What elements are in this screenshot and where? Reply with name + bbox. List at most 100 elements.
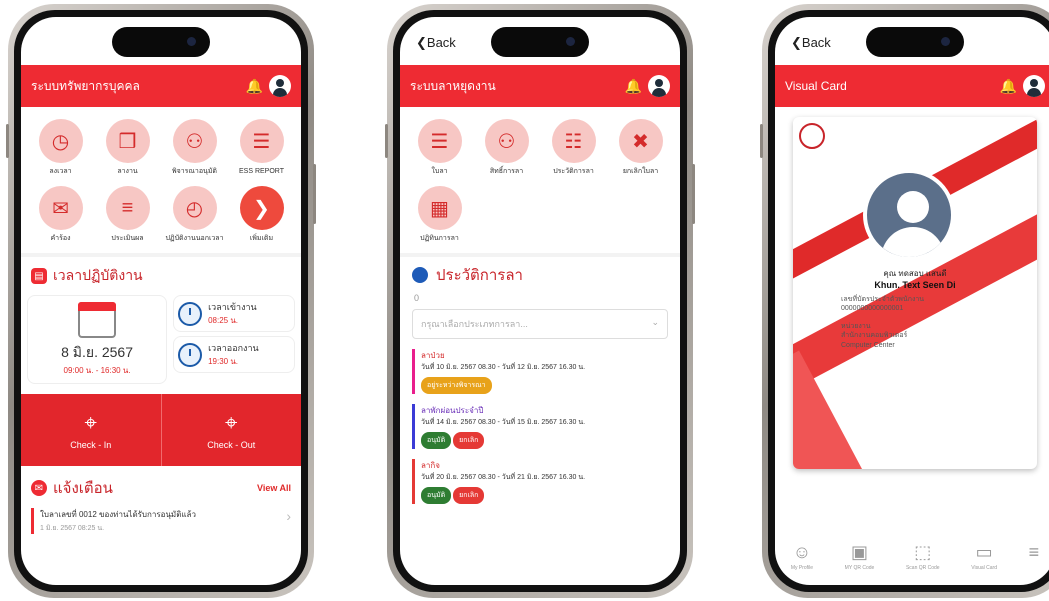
- tab-item[interactable]: ≡: [1029, 542, 1040, 571]
- side-button: [6, 124, 9, 158]
- notification-header: ✉ แจ้งเตือน View All: [21, 466, 301, 504]
- tab-item[interactable]: ▣ MY QR Code: [845, 542, 875, 571]
- chevron-right-icon: ›: [286, 508, 291, 525]
- menu-item[interactable]: ⚇ สิทธิ์การลา: [473, 119, 540, 176]
- menu-item[interactable]: ✉ คำร้อง: [27, 186, 94, 243]
- menu-item[interactable]: ▦ ปฏิทินการลา: [406, 186, 473, 243]
- avatar[interactable]: [648, 75, 670, 97]
- checkout-time-box: เวลาออกงาน 19:30 น.: [173, 336, 295, 374]
- menu-item-label: ใบลา: [431, 168, 448, 175]
- document-icon: [412, 267, 428, 284]
- camera-icon: [566, 37, 575, 46]
- check-bar: ⌖ Check - In ⌖ Check - Out: [21, 394, 302, 467]
- chevron-down-icon: ⌄: [651, 317, 659, 328]
- check-in-label: Check - In: [70, 440, 112, 451]
- dynamic-island: [112, 27, 210, 57]
- status-badge[interactable]: ยกเลิก: [453, 432, 485, 450]
- scan-icon: ⬚: [914, 542, 932, 562]
- menu-item[interactable]: ❒ ลางาน: [94, 119, 161, 176]
- dept-label: หน่วยงาน: [841, 322, 871, 330]
- status-badge[interactable]: อยู่ระหว่างพิจารณา: [421, 377, 492, 395]
- check-out-label: Check - Out: [207, 440, 256, 451]
- avatar[interactable]: [1023, 75, 1045, 97]
- checkout-label: เวลาออกงาน: [208, 343, 259, 354]
- time-column: เวลาเข้างาน 08:25 น. เวลาออกงาน 19:30 น.: [173, 295, 295, 384]
- menu-item-label: ประวัติการลา: [553, 168, 594, 175]
- leave-range: วันที่ 20 มิ.ย. 2567 08.30 - วันที่ 21 ม…: [421, 474, 586, 482]
- bell-icon[interactable]: 🔔: [246, 78, 263, 95]
- header-title: ระบบลาหยุดงาน: [410, 78, 496, 93]
- leave-type: ลากิจ: [421, 461, 440, 471]
- work-time-title: ▤ เวลาปฏิบัติงาน: [21, 257, 301, 295]
- screen: ระบบทรัพยากรบุคคล 🔔 ◷ ลงเวลา ❒ ลางาน ⚇ พิจารณ…: [21, 17, 301, 585]
- work-hours: 09:00 น. - 16:30 น.: [63, 366, 131, 376]
- dept-thai: สำนักงานคอมพิวเตอร์: [841, 332, 908, 340]
- leave-card[interactable]: ลาพักผ่อนประจำปีวันที่ 14 มิ.ย. 2567 08.…: [412, 404, 668, 450]
- dynamic-island: [866, 27, 964, 57]
- clock-icon: [178, 342, 203, 367]
- leave-range: วันที่ 14 มิ.ย. 2567 08.30 - วันที่ 15 ม…: [421, 419, 586, 427]
- notification-item[interactable]: ใบลาเลขที่ 0012 ของท่านได้รับการอนุมัติแ…: [31, 508, 291, 535]
- leave-card[interactable]: ลาป่วย วันที่ 10 มิ.ย. 2567 08.30 - วันที…: [412, 349, 668, 395]
- menu-item[interactable]: ☰ ESS REPORT: [228, 119, 295, 176]
- checkin-time-box: เวลาเข้างาน 08:25 น.: [173, 295, 295, 333]
- check-out-button[interactable]: ⌖ Check - Out: [160, 394, 302, 467]
- tab-label: MY QR Code: [844, 565, 875, 571]
- menu-item[interactable]: ☷ ประวัติการลา: [540, 119, 607, 176]
- history-label: ประวัติการลา: [436, 267, 523, 285]
- calendar-clock-icon: [78, 302, 117, 339]
- checkin-label: เวลาเข้างาน: [208, 302, 257, 313]
- calendar-icon: ▦: [417, 186, 462, 231]
- leave-card[interactable]: ลากิจวันที่ 20 มิ.ย. 2567 08.30 - วันที่…: [412, 459, 668, 505]
- bell-icon[interactable]: 🔔: [1000, 78, 1017, 95]
- work-date: 8 มิ.ย. 2567: [61, 344, 133, 361]
- back-button[interactable]: ❮Back: [416, 35, 456, 51]
- leave-type: ลาป่วย: [421, 351, 445, 361]
- camera-icon: [941, 37, 950, 46]
- visual-card: คุณ ทดสอบ แสนดี Khun. Text Seen Di เลขที…: [793, 117, 1037, 469]
- menu-item[interactable]: ◴ ปฏิบัติงานนอกเวลา: [161, 186, 228, 243]
- tab-item[interactable]: ☺ My Profile: [791, 542, 813, 571]
- menu-item[interactable]: ❯ เพิ่มเติม: [228, 186, 295, 243]
- status-badge[interactable]: อนุมัติ: [421, 487, 452, 505]
- screen: ❮Back Visual Card 🔔 คุณ ทดสอบ แสนดี Khun…: [775, 17, 1049, 585]
- menu-item[interactable]: ◷ ลงเวลา: [27, 119, 94, 176]
- status-badge[interactable]: ยกเลิก: [453, 487, 485, 505]
- select-placeholder: กรุณาเลือกประเภทการลา...: [421, 319, 528, 330]
- header-bar: Visual Card 🔔: [775, 65, 1049, 107]
- menu-item-label: ประเมินผล: [111, 235, 144, 243]
- menu-item-label: ลงเวลา: [49, 168, 72, 175]
- tab-item[interactable]: ⬚ Scan QR Code: [906, 542, 940, 571]
- notification-text: ใบลาเลขที่ 0012 ของท่านได้รับการอนุมัติแ…: [40, 510, 196, 520]
- menu-item[interactable]: ≡ ประเมินผล: [94, 186, 161, 243]
- status-badge[interactable]: อนุมัติ: [421, 432, 452, 450]
- card-stripe: [793, 350, 893, 469]
- leave-type: ลาพักผ่อนประจำปี: [421, 406, 484, 416]
- bell-icon[interactable]: 🔔: [625, 78, 642, 95]
- tab-item[interactable]: ▭ Visual Card: [971, 542, 997, 571]
- avatar[interactable]: [269, 75, 291, 97]
- dynamic-island: [491, 27, 589, 57]
- logo-icon: [799, 123, 825, 149]
- menu-icon: ≡: [1028, 542, 1040, 562]
- notification-icon: ✉: [31, 480, 47, 497]
- main-content: ☰ ใบลา ⚇ สิทธิ์การลา ☷ ประวัติการลา ✖ ยกเลิกใบล…: [400, 109, 680, 514]
- back-button[interactable]: ❮Back: [791, 35, 831, 51]
- view-all-link[interactable]: View All: [257, 483, 291, 493]
- menu-item[interactable]: ✖ ยกเลิกใบลา: [607, 119, 674, 176]
- leave-type-select[interactable]: กรุณาเลือกประเภทการลา... ⌄: [412, 309, 668, 340]
- checkout-time: 19:30 น.: [208, 357, 239, 367]
- clock-icon: [178, 301, 203, 326]
- notification-title: แจ้งเตือน: [53, 480, 113, 498]
- main-content: ◷ ลงเวลา ❒ ลางาน ⚇ พิจารณาอนุมัติ ☰ ESS REPORT ✉…: [21, 109, 301, 538]
- tab-label: My Profile: [790, 565, 814, 571]
- menu-item[interactable]: ☰ ใบลา: [406, 119, 473, 176]
- menu-item[interactable]: ⚇ พิจารณาอนุมัติ: [161, 119, 228, 176]
- work-time-row: 8 มิ.ย. 2567 09:00 น. - 16:30 น. เวลาเข้…: [21, 295, 301, 385]
- location-pin-icon: ⌖: [225, 410, 238, 436]
- phone-bezel: ❮Back Visual Card 🔔 คุณ ทดสอบ แสนดี Khun…: [768, 10, 1049, 592]
- qr-hand-icon: ▣: [850, 542, 868, 562]
- side-button: [313, 164, 316, 224]
- check-in-button[interactable]: ⌖ Check - In: [21, 394, 161, 466]
- menu-item-label: ESS REPORT: [239, 168, 284, 175]
